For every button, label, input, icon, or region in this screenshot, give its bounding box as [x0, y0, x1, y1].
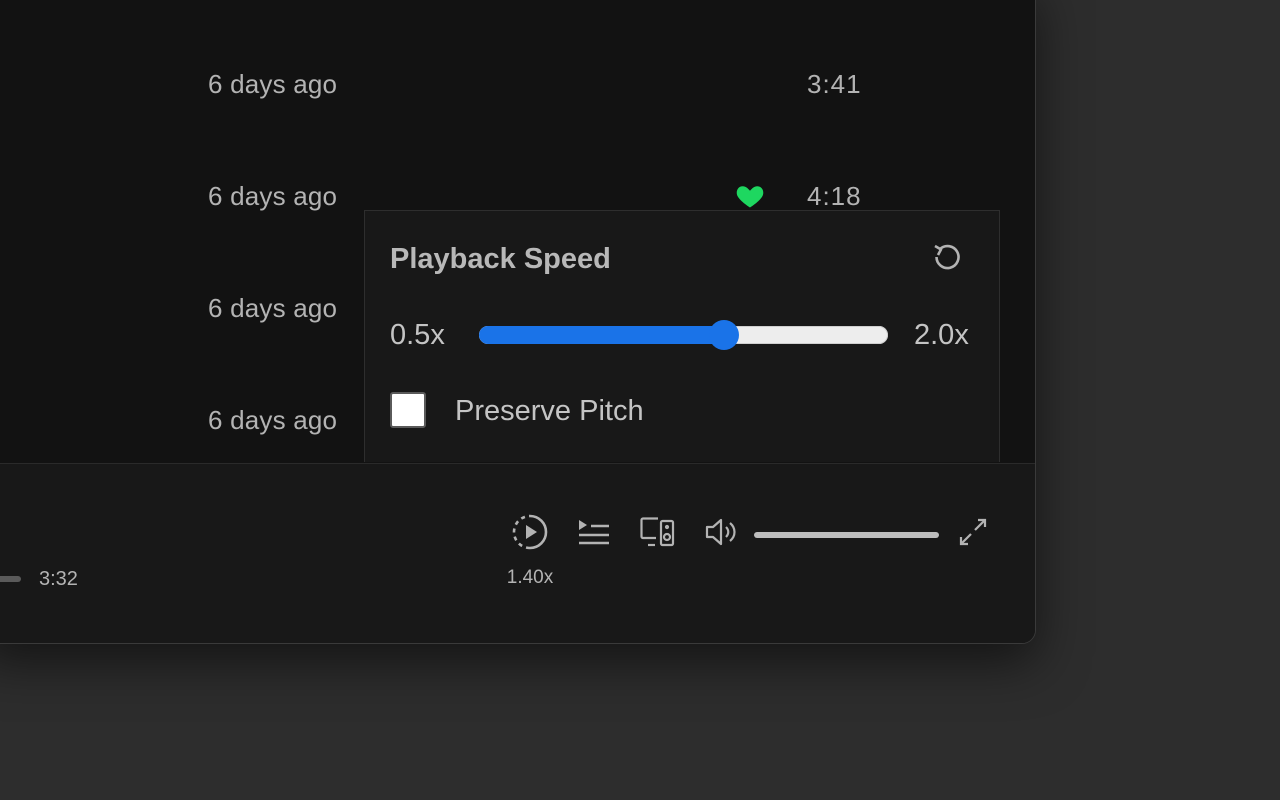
date-added: 6 days ago [208, 181, 338, 211]
speed-slider-fill [479, 326, 724, 344]
connect-device-icon [640, 516, 676, 553]
track-row[interactable]: 6 days ago 3:41 [0, 41, 1035, 153]
playback-speed-popover: Playback Speed 0.5x 2.0x Preserve Pitch [364, 210, 1000, 462]
date-added: 6 days ago [208, 405, 338, 435]
reset-icon [931, 241, 963, 278]
fullscreen-button[interactable] [953, 514, 993, 554]
preserve-pitch-checkbox[interactable] [390, 392, 426, 428]
playback-speed-badge: 1.40x [506, 567, 554, 588]
playback-speed-button[interactable] [510, 514, 550, 554]
liked-heart-icon[interactable] [735, 181, 765, 209]
track-duration: 3:41 [807, 69, 862, 99]
volume-slider[interactable] [754, 532, 939, 538]
queue-icon [577, 517, 611, 552]
track-duration: 4:18 [807, 181, 862, 211]
popover-title: Playback Speed [390, 243, 611, 275]
speed-min-label: 0.5x [390, 319, 445, 351]
total-time: 3:32 [39, 568, 78, 590]
date-added: 6 days ago [208, 69, 338, 99]
volume-icon [704, 517, 740, 552]
volume-button[interactable] [702, 514, 742, 554]
playback-progress-bar[interactable] [0, 576, 21, 582]
fullscreen-icon [958, 517, 988, 552]
player-bar: 3:32 1.40x [0, 463, 1035, 643]
connect-device-button[interactable] [638, 514, 678, 554]
speed-slider-thumb[interactable] [709, 320, 739, 350]
queue-button[interactable] [574, 514, 614, 554]
desktop-background: 6 days ago 3:41 6 days ago 4:18 6 days a… [0, 0, 1280, 800]
playback-speed-icon [511, 513, 549, 556]
date-added: 6 days ago [208, 293, 338, 323]
reset-speed-button[interactable] [927, 239, 967, 279]
playback-speed-slider[interactable] [479, 320, 888, 350]
preserve-pitch-label: Preserve Pitch [455, 395, 644, 427]
speed-max-label: 2.0x [914, 319, 969, 351]
